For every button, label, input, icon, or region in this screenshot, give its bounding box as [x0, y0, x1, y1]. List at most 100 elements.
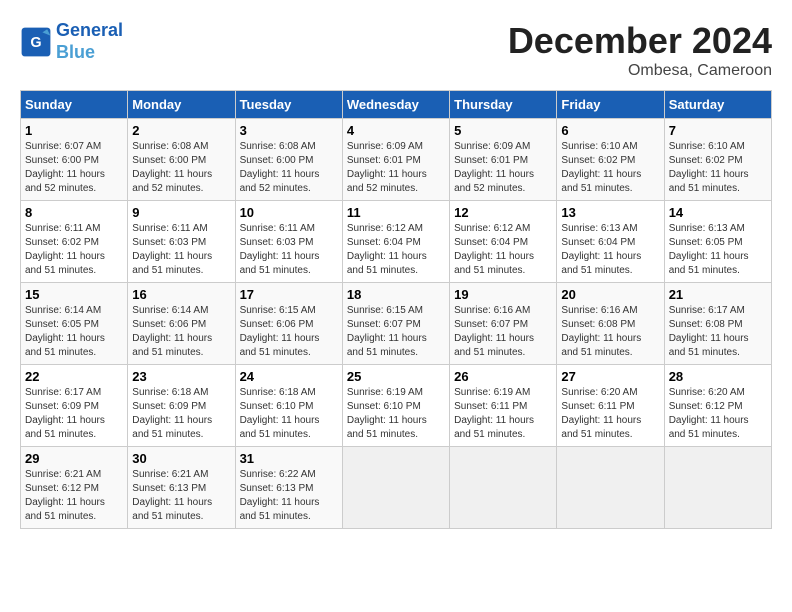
calendar-cell: 10Sunrise: 6:11 AMSunset: 6:03 PMDayligh…	[235, 201, 342, 283]
calendar-week-row: 8 Sunrise: 6:11 AMSunset: 6:02 PMDaylight…	[21, 201, 772, 283]
calendar-cell: 17 Sunrise: 6:15 AMSunset: 6:06 PMDayligh…	[235, 283, 342, 365]
calendar-cell: 20Sunrise: 6:16 AMSunset: 6:08 PMDayligh…	[557, 283, 664, 365]
calendar-cell: 29 Sunrise: 6:21 AMSunset: 6:12 PMDayligh…	[21, 447, 128, 529]
calendar-cell: 11 Sunrise: 6:12 AMSunset: 6:04 PMDayligh…	[342, 201, 449, 283]
calendar-cell: 13 Sunrise: 6:13 AMSunset: 6:04 PMDayligh…	[557, 201, 664, 283]
day-info: Sunrise: 6:08 AMSunset: 6:00 PMDaylight:…	[240, 140, 338, 196]
day-info: Sunrise: 6:09 AMSunset: 6:01 PMDaylight:…	[454, 140, 552, 196]
calendar-cell: 31 Sunrise: 6:22 AMSunset: 6:13 PMDayligh…	[235, 447, 342, 529]
day-info: Sunrise: 6:08 AMSunset: 6:00 PMDaylight:…	[132, 140, 230, 196]
calendar-cell: 4Sunrise: 6:09 AMSunset: 6:01 PMDaylight…	[342, 119, 449, 201]
day-number: 7	[669, 123, 767, 138]
column-header-wednesday: Wednesday	[342, 91, 449, 119]
column-header-monday: Monday	[128, 91, 235, 119]
day-number: 27	[561, 369, 659, 384]
day-number: 16	[132, 287, 230, 302]
day-number: 6	[561, 123, 659, 138]
day-info: Sunrise: 6:19 AMSunset: 6:11 PMDaylight:…	[454, 386, 552, 442]
day-info: Sunrise: 6:18 AMSunset: 6:09 PMDaylight:…	[132, 386, 230, 442]
calendar-cell: 3 Sunrise: 6:08 AMSunset: 6:00 PMDaylight…	[235, 119, 342, 201]
day-info: Sunrise: 6:10 AMSunset: 6:02 PMDaylight:…	[561, 140, 659, 196]
calendar-cell: 6 Sunrise: 6:10 AMSunset: 6:02 PMDaylight…	[557, 119, 664, 201]
day-number: 24	[240, 369, 338, 384]
day-number: 22	[25, 369, 123, 384]
calendar-cell: 12 Sunrise: 6:12 AMSunset: 6:04 PMDayligh…	[450, 201, 557, 283]
day-number: 31	[240, 451, 338, 466]
day-info: Sunrise: 6:14 AMSunset: 6:05 PMDaylight:…	[25, 304, 123, 360]
day-number: 9	[132, 205, 230, 220]
calendar-cell: 21 Sunrise: 6:17 AMSunset: 6:08 PMDayligh…	[664, 283, 771, 365]
calendar-cell: 7 Sunrise: 6:10 AMSunset: 6:02 PMDaylight…	[664, 119, 771, 201]
day-number: 29	[25, 451, 123, 466]
day-info: Sunrise: 6:20 AMSunset: 6:11 PMDaylight:…	[561, 386, 659, 442]
calendar-table: SundayMondayTuesdayWednesdayThursdayFrid…	[20, 90, 772, 529]
calendar-cell	[557, 447, 664, 529]
calendar-cell: 27 Sunrise: 6:20 AMSunset: 6:11 PMDayligh…	[557, 365, 664, 447]
day-number: 8	[25, 205, 123, 220]
logo: G General Blue	[20, 20, 123, 63]
day-number: 5	[454, 123, 552, 138]
calendar-week-row: 22 Sunrise: 6:17 AMSunset: 6:09 PMDayligh…	[21, 365, 772, 447]
calendar-week-row: 15 Sunrise: 6:14 AMSunset: 6:05 PMDayligh…	[21, 283, 772, 365]
day-number: 20	[561, 287, 659, 302]
day-info: Sunrise: 6:19 AMSunset: 6:10 PMDaylight:…	[347, 386, 445, 442]
day-number: 3	[240, 123, 338, 138]
calendar-cell: 19Sunrise: 6:16 AMSunset: 6:07 PMDayligh…	[450, 283, 557, 365]
day-info: Sunrise: 6:21 AMSunset: 6:13 PMDaylight:…	[132, 468, 230, 524]
day-info: Sunrise: 6:11 AMSunset: 6:02 PMDaylight:…	[25, 222, 123, 278]
day-number: 18	[347, 287, 445, 302]
day-info: Sunrise: 6:07 AMSunset: 6:00 PMDaylight:…	[25, 140, 123, 196]
day-number: 13	[561, 205, 659, 220]
day-info: Sunrise: 6:11 AMSunset: 6:03 PMDaylight:…	[132, 222, 230, 278]
calendar-cell: 23 Sunrise: 6:18 AMSunset: 6:09 PMDayligh…	[128, 365, 235, 447]
day-number: 26	[454, 369, 552, 384]
day-number: 23	[132, 369, 230, 384]
calendar-cell: 2Sunrise: 6:08 AMSunset: 6:00 PMDaylight…	[128, 119, 235, 201]
calendar-cell: 5 Sunrise: 6:09 AMSunset: 6:01 PMDaylight…	[450, 119, 557, 201]
day-info: Sunrise: 6:12 AMSunset: 6:04 PMDaylight:…	[347, 222, 445, 278]
day-info: Sunrise: 6:13 AMSunset: 6:04 PMDaylight:…	[561, 222, 659, 278]
calendar-cell: 15 Sunrise: 6:14 AMSunset: 6:05 PMDayligh…	[21, 283, 128, 365]
day-info: Sunrise: 6:21 AMSunset: 6:12 PMDaylight:…	[25, 468, 123, 524]
calendar-cell: 1Sunrise: 6:07 AMSunset: 6:00 PMDaylight…	[21, 119, 128, 201]
day-info: Sunrise: 6:17 AMSunset: 6:09 PMDaylight:…	[25, 386, 123, 442]
calendar-week-row: 1Sunrise: 6:07 AMSunset: 6:00 PMDaylight…	[21, 119, 772, 201]
day-number: 28	[669, 369, 767, 384]
calendar-cell: 14Sunrise: 6:13 AMSunset: 6:05 PMDayligh…	[664, 201, 771, 283]
day-number: 4	[347, 123, 445, 138]
calendar-cell	[664, 447, 771, 529]
day-number: 25	[347, 369, 445, 384]
column-header-saturday: Saturday	[664, 91, 771, 119]
day-info: Sunrise: 6:10 AMSunset: 6:02 PMDaylight:…	[669, 140, 767, 196]
logo-icon: G	[20, 26, 52, 58]
calendar-cell: 26 Sunrise: 6:19 AMSunset: 6:11 PMDayligh…	[450, 365, 557, 447]
day-info: Sunrise: 6:11 AMSunset: 6:03 PMDaylight:…	[240, 222, 338, 278]
day-info: Sunrise: 6:12 AMSunset: 6:04 PMDaylight:…	[454, 222, 552, 278]
day-info: Sunrise: 6:15 AMSunset: 6:06 PMDaylight:…	[240, 304, 338, 360]
column-header-thursday: Thursday	[450, 91, 557, 119]
calendar-cell: 16Sunrise: 6:14 AMSunset: 6:06 PMDayligh…	[128, 283, 235, 365]
logo-text: General Blue	[56, 20, 123, 63]
column-header-friday: Friday	[557, 91, 664, 119]
day-number: 15	[25, 287, 123, 302]
calendar-cell: 18 Sunrise: 6:15 AMSunset: 6:07 PMDayligh…	[342, 283, 449, 365]
day-info: Sunrise: 6:22 AMSunset: 6:13 PMDaylight:…	[240, 468, 338, 524]
day-number: 21	[669, 287, 767, 302]
calendar-cell	[342, 447, 449, 529]
day-number: 11	[347, 205, 445, 220]
day-info: Sunrise: 6:17 AMSunset: 6:08 PMDaylight:…	[669, 304, 767, 360]
day-info: Sunrise: 6:16 AMSunset: 6:07 PMDaylight:…	[454, 304, 552, 360]
title-block: December 2024 Ombesa, Cameroon	[508, 20, 772, 80]
calendar-cell	[450, 447, 557, 529]
calendar-cell: 25 Sunrise: 6:19 AMSunset: 6:10 PMDayligh…	[342, 365, 449, 447]
calendar-cell: 30Sunrise: 6:21 AMSunset: 6:13 PMDayligh…	[128, 447, 235, 529]
day-info: Sunrise: 6:18 AMSunset: 6:10 PMDaylight:…	[240, 386, 338, 442]
day-number: 12	[454, 205, 552, 220]
calendar-cell: 24 Sunrise: 6:18 AMSunset: 6:10 PMDayligh…	[235, 365, 342, 447]
day-info: Sunrise: 6:15 AMSunset: 6:07 PMDaylight:…	[347, 304, 445, 360]
column-header-tuesday: Tuesday	[235, 91, 342, 119]
calendar-cell: 22 Sunrise: 6:17 AMSunset: 6:09 PMDayligh…	[21, 365, 128, 447]
day-number: 17	[240, 287, 338, 302]
calendar-cell: 9 Sunrise: 6:11 AMSunset: 6:03 PMDaylight…	[128, 201, 235, 283]
page-header: G General Blue December 2024 Ombesa, Cam…	[20, 20, 772, 80]
